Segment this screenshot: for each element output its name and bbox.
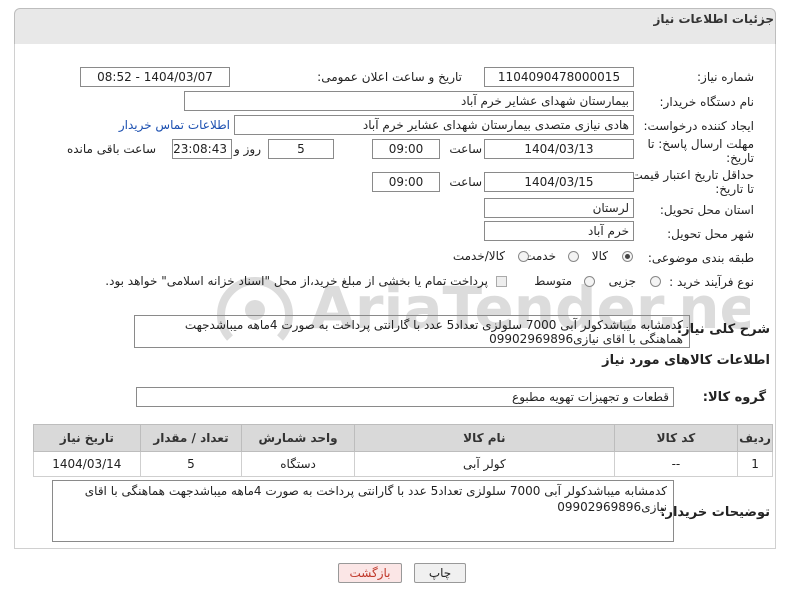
cell-code: -- <box>613 451 739 477</box>
price-validity-label: حداقل تاریخ اعتبار قیمت: <box>627 168 754 182</box>
cell-row: 1 <box>737 451 773 477</box>
price-validity-date-field: 1404/03/15 <box>484 172 634 192</box>
category-radio-both[interactable] <box>518 251 529 262</box>
process-option-medium: متوسط <box>534 274 572 288</box>
goods-section-title: اطلاعات کالاهای مورد نیاز <box>602 353 770 368</box>
remaining-time-field: 23:08:43 <box>172 139 232 159</box>
category-label: طبقه بندی موضوعی: <box>647 251 754 265</box>
cell-quantity: 5 <box>139 451 243 477</box>
category-radio-service[interactable] <box>568 251 579 262</box>
days-label: روز و <box>234 142 261 156</box>
goods-group-field: قطعات و تجهیزات تهویه مطبوع <box>136 387 674 407</box>
process-option-minor: جزیی <box>608 274 636 288</box>
col-name: نام کالا <box>353 424 615 452</box>
treasury-payment-checkbox[interactable] <box>496 276 507 287</box>
col-date: تاریخ نیاز <box>33 424 141 452</box>
response-date-field: 1404/03/13 <box>484 139 634 159</box>
goods-table-header: ردیف کد کالا نام کالا واحد شمارش تعداد /… <box>33 424 773 452</box>
col-quantity: تعداد / مقدار <box>139 424 243 452</box>
need-number-field: 1104090478000015 <box>484 67 634 87</box>
buyer-org-field: بیمارستان شهدای عشایر خرم آباد <box>184 91 634 111</box>
category-radio-goods[interactable] <box>622 251 633 262</box>
buyer-notes-label: توضیحات خریدار: <box>660 505 770 520</box>
print-button[interactable]: چاپ <box>414 563 466 583</box>
requester-label: ایجاد کننده درخواست: <box>643 119 754 133</box>
description-label: شرح کلی نیاز: <box>676 322 770 337</box>
price-validity-label-2: تا تاریخ: <box>715 182 754 196</box>
response-time-label: ساعت <box>449 142 482 156</box>
buyer-contact-link[interactable]: اطلاعات تماس خریدار <box>119 118 230 132</box>
delivery-city-label: شهر محل تحویل: <box>667 227 754 241</box>
requester-field: هادی نیازی متصدی بیمارستان شهدای عشایر خ… <box>234 115 634 135</box>
purchase-process-label: نوع فرآیند خرید : <box>669 275 754 289</box>
delivery-city-field: خرم آباد <box>484 221 634 241</box>
back-button[interactable]: بازگشت <box>338 563 402 583</box>
response-deadline-label: مهلت ارسال پاسخ: تا <box>647 137 754 151</box>
col-unit: واحد شمارش <box>241 424 355 452</box>
category-option-goods: کالا <box>591 249 608 263</box>
cell-unit: دستگاه <box>241 451 355 477</box>
page-title: جزئیات اطلاعات نیاز <box>653 12 774 26</box>
cell-date: 1404/03/14 <box>33 451 141 477</box>
response-deadline-label-2: تاریخ: <box>726 151 754 165</box>
goods-table: ردیف کد کالا نام کالا واحد شمارش تعداد /… <box>33 424 773 477</box>
buyer-org-label: نام دستگاه خریدار: <box>659 95 755 109</box>
category-option-both: کالا/خدمت <box>452 249 505 263</box>
cell-name: کولر آبی <box>353 451 615 477</box>
price-validity-time-field: 09:00 <box>372 172 440 192</box>
announce-datetime-field: 1404/03/07 - 08:52 <box>80 67 230 87</box>
buyer-notes-textarea[interactable]: کدمشابه میباشدکولر آبی 7000 سلولزی تعداد… <box>52 480 674 542</box>
description-textarea[interactable]: کدمشابه میباشدکولر آبی 7000 سلولزی تعداد… <box>134 315 690 348</box>
col-row: ردیف <box>737 424 773 452</box>
remaining-days-field: 5 <box>268 139 334 159</box>
treasury-payment-note: پرداخت تمام یا بخشی از مبلغ خرید،از محل … <box>105 274 488 288</box>
need-number-label: شماره نیاز: <box>697 70 754 84</box>
col-code: کد کالا <box>613 424 739 452</box>
table-row: 1 -- کولر آبی دستگاه 5 1404/03/14 <box>33 451 773 477</box>
response-time-field: 09:00 <box>372 139 440 159</box>
delivery-province-label: استان محل تحویل: <box>659 203 754 217</box>
remaining-time-label: ساعت باقی مانده <box>66 142 156 156</box>
announce-datetime-label: تاریخ و ساعت اعلان عمومی: <box>317 70 462 84</box>
delivery-province-field: لرستان <box>484 198 634 218</box>
process-radio-minor[interactable] <box>650 276 661 287</box>
goods-group-label: گروه کالا: <box>702 390 766 405</box>
process-radio-medium[interactable] <box>584 276 595 287</box>
price-validity-time-label: ساعت <box>449 175 482 189</box>
